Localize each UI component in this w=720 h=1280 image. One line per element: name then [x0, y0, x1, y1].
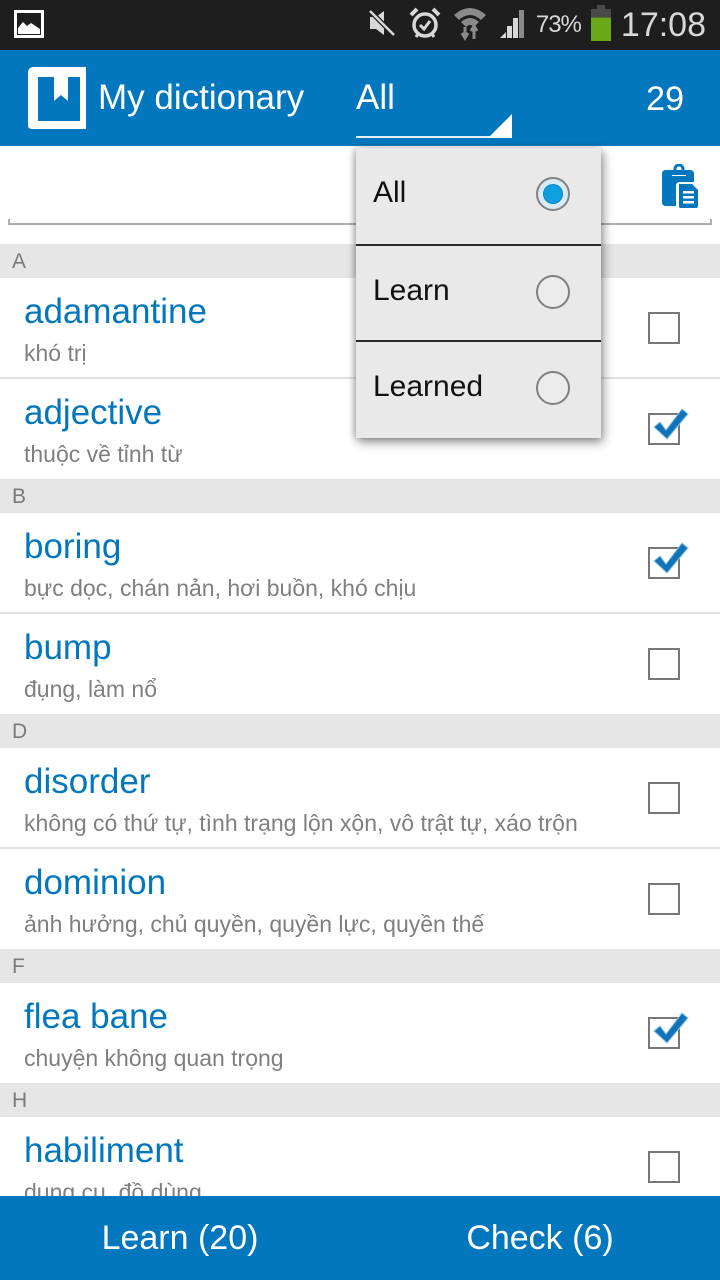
alarm-icon — [408, 6, 442, 45]
clock: 17:08 — [620, 5, 706, 44]
checkmark-icon — [653, 542, 689, 574]
radio-button[interactable] — [536, 275, 570, 309]
section-header-b: B — [0, 479, 720, 513]
status-bar: 73% 17:08 — [0, 0, 720, 50]
learned-checkbox[interactable] — [648, 883, 680, 915]
word-term: habiliment — [24, 1131, 184, 1170]
word-term: disorder — [24, 762, 151, 801]
radio-button[interactable] — [536, 177, 570, 211]
bottom-bar: Learn (20) Check (6) — [0, 1196, 720, 1280]
filter-spinner[interactable]: All — [356, 72, 512, 140]
app-title: My dictionary — [98, 78, 305, 117]
section-header-h: H — [0, 1083, 720, 1117]
filter-option-learn[interactable]: Learn — [356, 244, 601, 340]
learned-checkbox[interactable] — [648, 312, 680, 344]
word-term: boring — [24, 527, 122, 566]
section-header-f: F — [0, 949, 720, 983]
learned-checkbox[interactable] — [648, 782, 680, 814]
filter-spinner-value: All — [356, 78, 395, 117]
battery-icon — [590, 4, 611, 46]
word-meaning: khó trị — [24, 340, 87, 366]
word-term: adjective — [24, 393, 163, 432]
word-row[interactable]: dominion ảnh hưởng, chủ quyền, quyền lực… — [0, 849, 720, 949]
filter-option-label: Learned — [373, 370, 484, 403]
checkmark-icon — [653, 1012, 689, 1044]
filter-option-label: Learn — [373, 274, 450, 307]
word-row[interactable]: bump đụng, làm nổ — [0, 614, 720, 714]
radio-button[interactable] — [536, 371, 570, 405]
word-meaning: thuộc về tỉnh từ — [24, 441, 183, 467]
word-meaning: dụng cụ, đồ dùng — [24, 1179, 202, 1196]
app-bar: My dictionary All 29 — [0, 50, 720, 146]
learned-checkbox[interactable] — [648, 648, 680, 680]
section-header-d: D — [0, 714, 720, 748]
word-row[interactable]: flea bane chuyện không quan trọng — [0, 983, 720, 1083]
learned-checkbox[interactable] — [648, 1151, 680, 1183]
word-meaning: đụng, làm nổ — [24, 676, 157, 702]
word-term: dominion — [24, 863, 167, 902]
word-row[interactable]: boring bực dọc, chán nản, hơi buồn, khó … — [0, 513, 720, 614]
word-count: 29 — [646, 80, 684, 118]
word-row[interactable]: habiliment dụng cụ, đồ dùng — [0, 1117, 720, 1196]
learned-checkbox[interactable] — [648, 542, 689, 579]
check-button[interactable]: Check (6) — [360, 1196, 720, 1280]
battery-percent: 73% — [535, 11, 582, 38]
spinner-triangle-icon — [488, 114, 512, 138]
word-meaning: chuyện không quan trọng — [24, 1045, 284, 1071]
word-meaning: không có thứ tự, tình trạng lộn xộn, vô … — [24, 810, 578, 836]
mute-icon — [366, 7, 398, 44]
learn-button[interactable]: Learn (20) — [0, 1196, 360, 1280]
wifi-icon — [452, 5, 488, 46]
filter-dropdown-menu: All Learn Learned — [356, 148, 601, 438]
filter-option-label: All — [373, 176, 407, 209]
book-bookmark-icon — [24, 65, 90, 131]
checkmark-icon — [653, 408, 689, 440]
word-term: bump — [24, 628, 112, 667]
signal-icon — [498, 8, 526, 43]
learned-checkbox[interactable] — [648, 1012, 689, 1049]
word-term: flea bane — [24, 997, 169, 1036]
image-notification-icon — [14, 10, 44, 38]
word-meaning: ảnh hưởng, chủ quyền, quyền lực, quyền t… — [24, 911, 485, 937]
word-term: adamantine — [24, 292, 207, 331]
learned-checkbox[interactable] — [648, 408, 689, 445]
filter-option-learned[interactable]: Learned — [356, 340, 601, 436]
clipboard-icon[interactable] — [656, 163, 702, 210]
word-row[interactable]: disorder không có thứ tự, tình trạng lộn… — [0, 748, 720, 849]
filter-option-all[interactable]: All — [356, 148, 601, 244]
word-meaning: bực dọc, chán nản, hơi buồn, khó chịu — [24, 575, 417, 601]
